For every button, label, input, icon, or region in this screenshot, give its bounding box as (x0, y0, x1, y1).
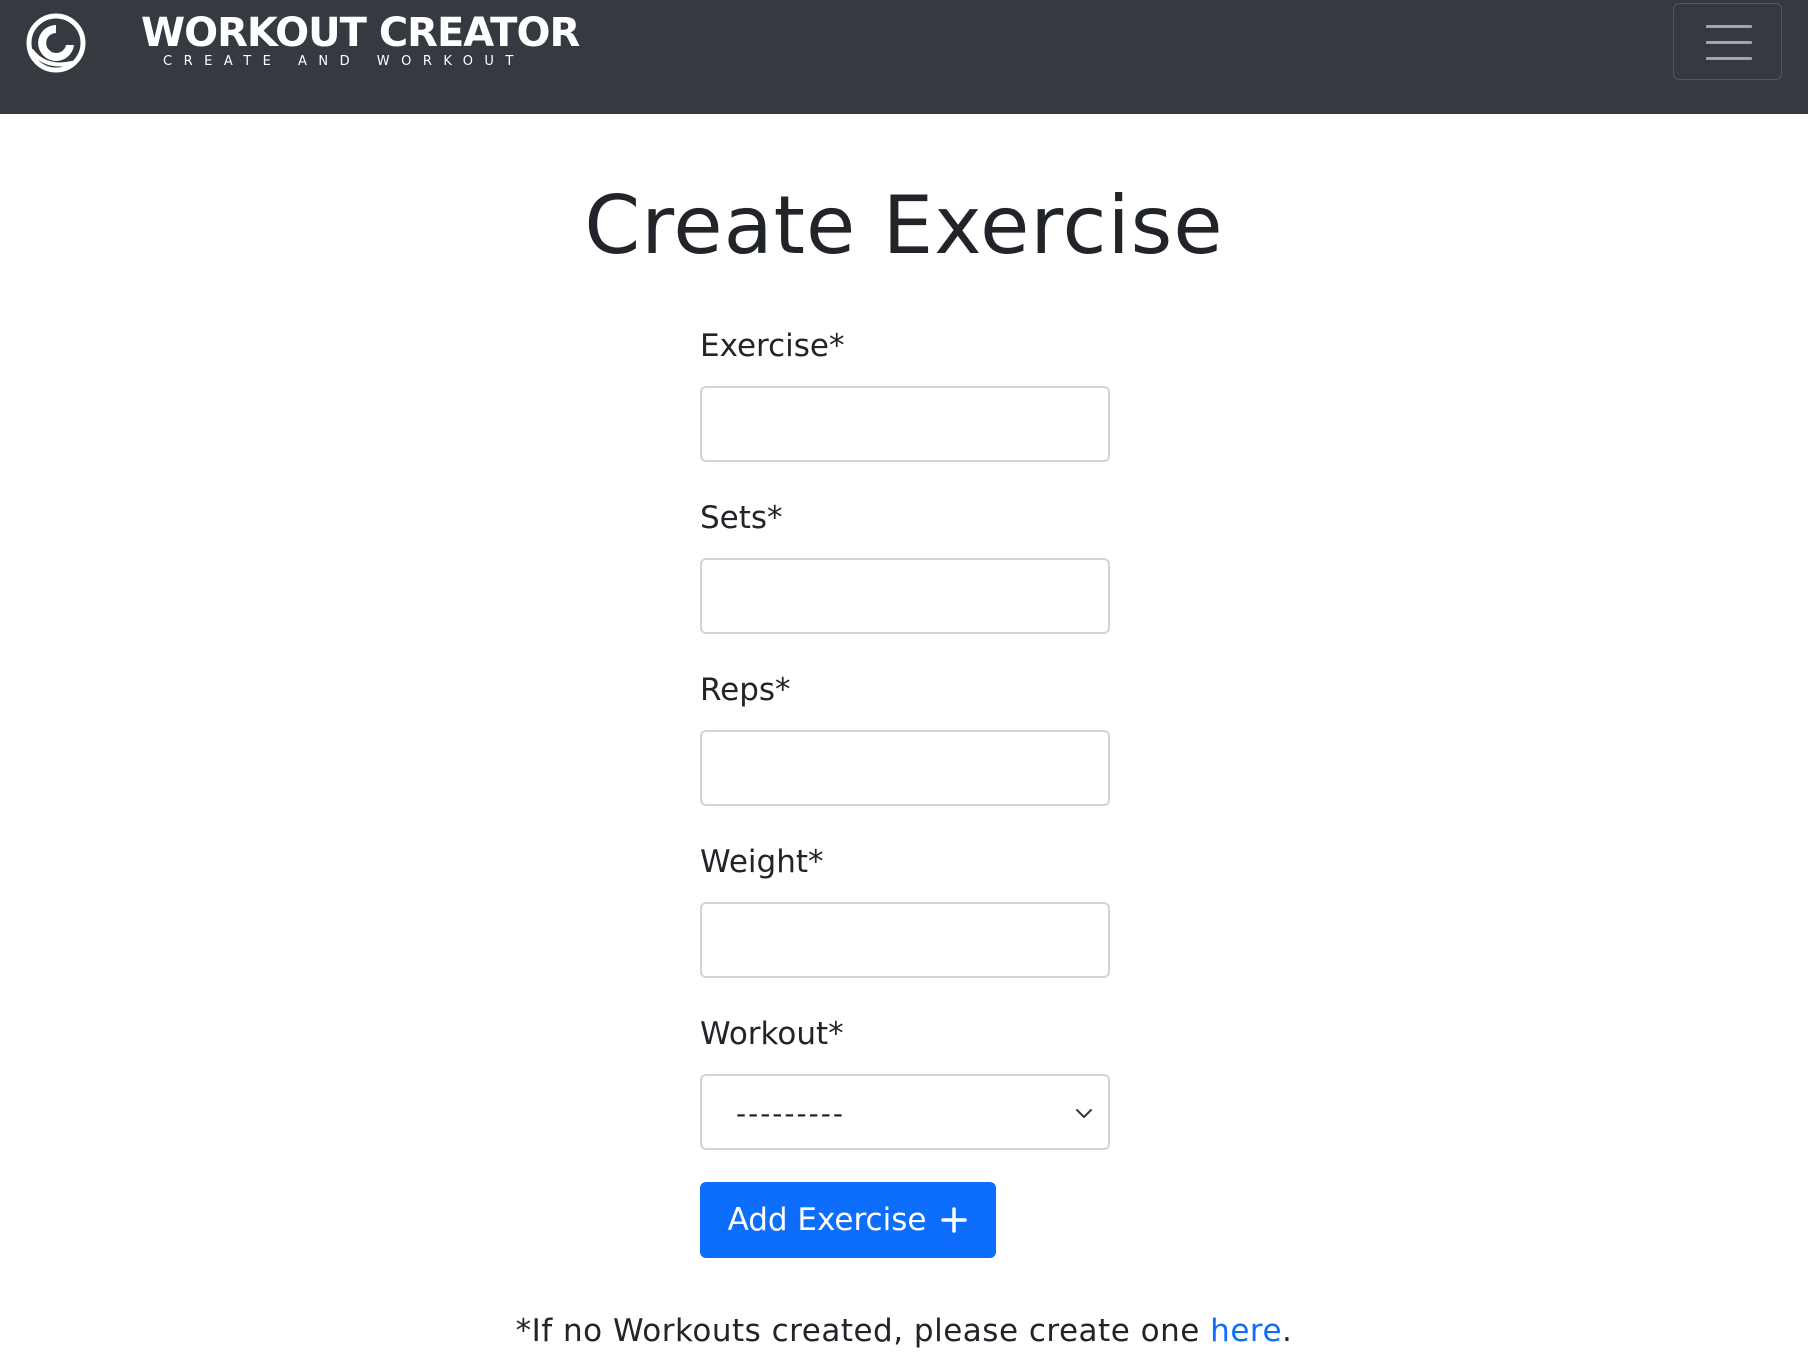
weight-label: Weight* (700, 844, 824, 880)
create-workout-link[interactable]: here (1210, 1313, 1282, 1349)
plus-icon (941, 1207, 968, 1233)
workout-select[interactable]: --------- (700, 1074, 1110, 1150)
brand-tagline: CREATE AND WORKOUT (163, 54, 525, 69)
menu-toggle-button[interactable] (1673, 3, 1782, 80)
sets-label: Sets* (700, 500, 783, 536)
hamburger-menu-icon (1706, 57, 1752, 60)
sets-input[interactable] (700, 558, 1110, 634)
exercise-input[interactable] (700, 386, 1110, 462)
footnote-text: *If no Workouts created, please create o… (515, 1313, 1211, 1349)
hamburger-menu-icon (1706, 41, 1752, 44)
add-exercise-button[interactable]: Add Exercise (700, 1182, 996, 1258)
swirl-logo-icon[interactable] (26, 13, 86, 73)
chevron-down-icon (1076, 1109, 1092, 1118)
add-exercise-label: Add Exercise (727, 1202, 927, 1238)
hamburger-menu-icon (1706, 25, 1752, 28)
reps-label: Reps* (700, 672, 791, 708)
brand-title[interactable]: WORKOUT CREATOR (141, 10, 580, 56)
reps-input[interactable] (700, 730, 1110, 806)
footnote-period: . (1282, 1313, 1293, 1349)
exercise-label: Exercise* (700, 328, 845, 364)
footnote: *If no Workouts created, please create o… (0, 1312, 1808, 1350)
page-title: Create Exercise (584, 179, 1224, 272)
workout-selected-value: --------- (736, 1097, 845, 1130)
top-navbar: WORKOUT CREATOR CREATE AND WORKOUT (0, 0, 1808, 114)
weight-input[interactable] (700, 902, 1110, 978)
workout-label: Workout* (700, 1016, 844, 1052)
